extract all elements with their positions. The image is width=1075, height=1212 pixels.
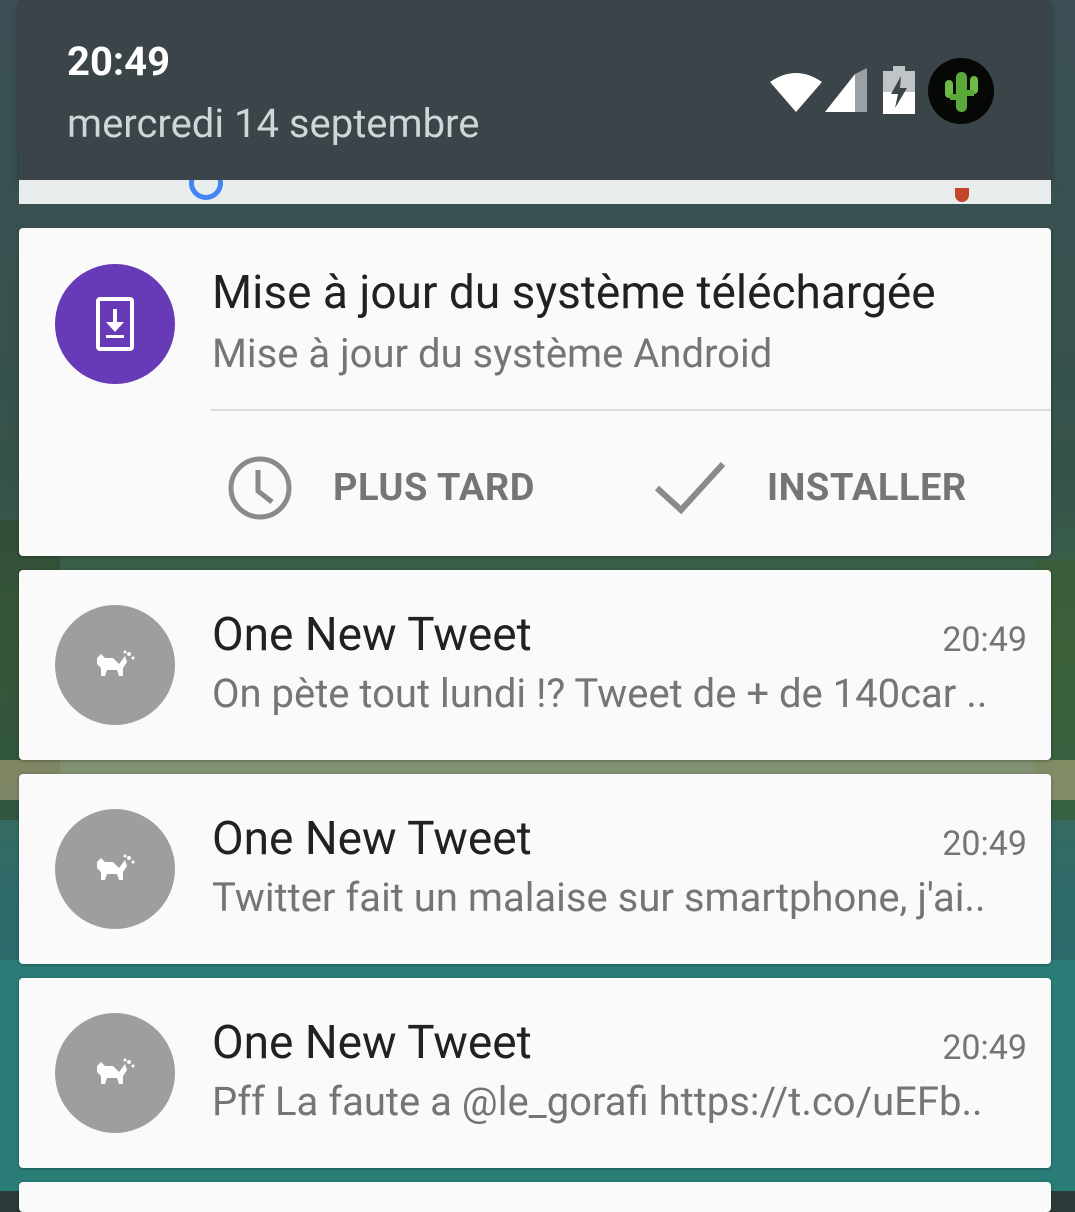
fuzzy-app-icon (55, 809, 175, 929)
notification-time: 20:49 (942, 620, 1027, 660)
google-logo-peek (189, 180, 223, 200)
notification-time: 20:49 (942, 824, 1027, 864)
divider (211, 409, 1051, 411)
battery-charging-icon (883, 66, 915, 114)
notification-tweet[interactable]: One New Tweet 20:49 Pff La faute a @le_g… (19, 978, 1051, 1168)
notification-title: One New Tweet (212, 812, 532, 866)
fuzzy-app-icon (55, 1013, 175, 1133)
notification-text: Twitter fait un malaise sur smartphone, … (212, 874, 986, 921)
notification-title: One New Tweet (212, 608, 532, 662)
avatar[interactable] (928, 58, 994, 124)
system-update-icon (55, 264, 175, 384)
search-bar-peek (19, 180, 1051, 204)
clock: 20:49 (67, 38, 171, 85)
notification-subtitle: Mise à jour du système Android (212, 330, 773, 377)
later-button-label: PLUS TARD (333, 466, 535, 510)
notification-text: Pff La faute a @le_gorafi https://t.co/u… (212, 1078, 983, 1125)
date[interactable]: mercredi 14 septembre (67, 100, 479, 147)
cactus-avatar-icon (945, 72, 978, 112)
signal-icon (825, 68, 867, 112)
install-button[interactable]: INSTALLER (653, 448, 967, 528)
install-button-label: INSTALLER (767, 466, 967, 510)
notification-text: On pète tout lundi !? Tweet de + de 140c… (212, 670, 988, 717)
wifi-icon (770, 73, 822, 112)
quick-settings-header: 20:49 mercredi 14 septembre (19, 0, 1051, 180)
notification-time: 20:49 (942, 1028, 1027, 1068)
fuzzy-app-icon (55, 605, 175, 725)
clock-icon (228, 456, 292, 520)
mic-icon (955, 188, 969, 202)
later-button[interactable]: PLUS TARD (227, 448, 535, 528)
notification-peek[interactable] (19, 1182, 1051, 1212)
check-icon (654, 461, 726, 515)
notification-tweet[interactable]: One New Tweet 20:49 Twitter fait un mala… (19, 774, 1051, 964)
notification-system-update[interactable]: Mise à jour du système téléchargée Mise … (19, 228, 1051, 556)
notification-title: Mise à jour du système téléchargée (212, 266, 936, 320)
notification-title: One New Tweet (212, 1016, 532, 1070)
notification-tweet[interactable]: One New Tweet 20:49 On pète tout lundi !… (19, 570, 1051, 760)
